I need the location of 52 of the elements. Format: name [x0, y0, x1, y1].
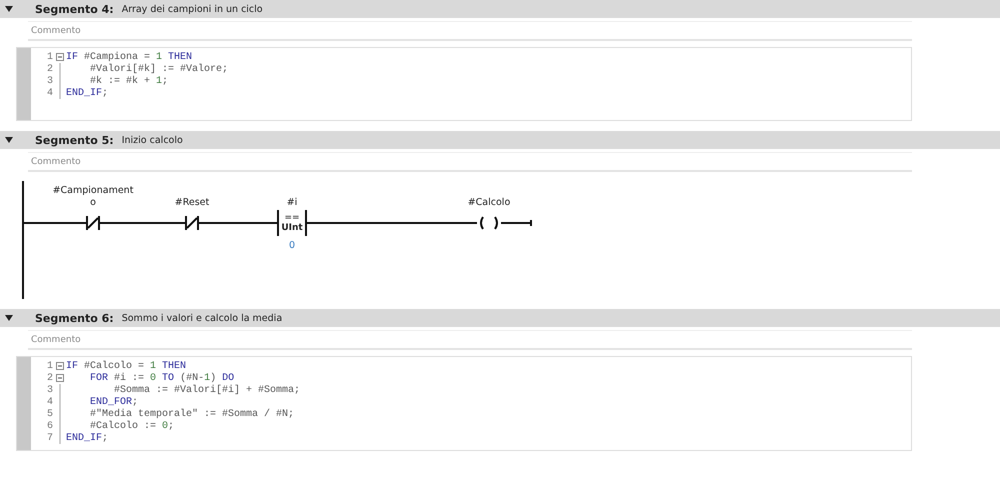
operand-value: 0 — [288, 238, 296, 252]
segment-header[interactable]: Segmento 5: Inizio calcolo — [0, 131, 1000, 149]
code-line: #k := #k + 1; — [89, 76, 168, 86]
line-number: 1 — [46, 360, 53, 372]
line-number: 1 — [46, 52, 53, 62]
contact-label: #Reset — [174, 196, 210, 209]
code-line: END_FOR; — [89, 396, 138, 408]
code-editor[interactable]: 1 IF #Calcolo = 1 THEN 2 FOR #i := 0 TO (#N-1) DO 3 #Somma := #Valori[#i] + #Somma; 4 END_FOR; 5 #"Media temporale" := #Somma / #N; 6 #Calcolo := 0; 7 END_IF; — [16, 356, 912, 451]
line-number: 3 — [46, 384, 53, 396]
segment-description: Array dei campioni in un ciclo — [122, 4, 263, 14]
segment-header[interactable]: Segmento 4: Array dei campioni in un ciclo — [0, 0, 1000, 18]
line-number: 4 — [46, 396, 53, 408]
coil-label: #Calcolo — [468, 196, 510, 209]
code-line: END_IF; — [66, 432, 108, 444]
comment-field[interactable]: Commento — [28, 330, 912, 350]
line-number: 4 — [46, 88, 53, 98]
segment-description: Sommo i valori e calcolo la media — [122, 312, 282, 324]
code-line: #"Media temporale" := #Somma / #N; — [89, 408, 294, 420]
operand-label: #i — [286, 197, 298, 209]
segment-description: Inizio calcolo — [122, 134, 183, 146]
comment-field[interactable]: Commento — [28, 21, 912, 41]
line-number: 5 — [46, 408, 53, 420]
comment-field[interactable]: Commento — [28, 152, 912, 172]
normally-closed-contact-icon[interactable] — [185, 216, 199, 230]
code-line: FOR #i := 0 TO (#N-1) DO — [89, 372, 234, 384]
code-line: #Valori[#k] := #Valore; — [89, 64, 228, 74]
line-number: 6 — [46, 420, 53, 432]
line-number: 2 — [46, 372, 53, 384]
expand-triangle-icon[interactable] — [5, 6, 13, 12]
compare-box[interactable]: == UInt — [277, 210, 307, 236]
segment-title: Segmento 5: — [35, 134, 114, 146]
collapse-icon[interactable] — [56, 53, 64, 61]
code-line: END_IF; — [66, 88, 108, 98]
code-line: IF #Calcolo = 1 THEN — [66, 360, 186, 372]
code-editor[interactable]: 1 IF #Campiona = 1 THEN 2 #Valori[#k] := #Valore; 3 #k := #k + 1; 4 END_IF; — [16, 47, 912, 121]
contact-label: #Campionament o — [52, 184, 134, 209]
code-line: IF #Campiona = 1 THEN — [66, 52, 192, 62]
normally-closed-contact-icon[interactable] — [86, 216, 100, 230]
segment-header[interactable]: Segmento 6: Sommo i valori e calcolo la media — [0, 309, 1000, 327]
coil-icon[interactable] — [477, 216, 501, 230]
line-number: 3 — [46, 76, 53, 86]
line-number: 7 — [46, 432, 53, 444]
line-number: 2 — [46, 64, 53, 74]
segment-title: Segmento 6: — [35, 312, 114, 324]
collapse-icon[interactable] — [56, 362, 64, 370]
collapse-icon[interactable] — [56, 374, 64, 382]
code-line: #Calcolo := 0; — [89, 420, 174, 432]
expand-triangle-icon[interactable] — [5, 315, 13, 321]
editor-gutter — [17, 48, 31, 120]
code-line: #Somma := #Valori[#i] + #Somma; — [113, 384, 300, 396]
segment-title: Segmento 4: — [35, 2, 114, 16]
expand-triangle-icon[interactable] — [5, 137, 13, 143]
